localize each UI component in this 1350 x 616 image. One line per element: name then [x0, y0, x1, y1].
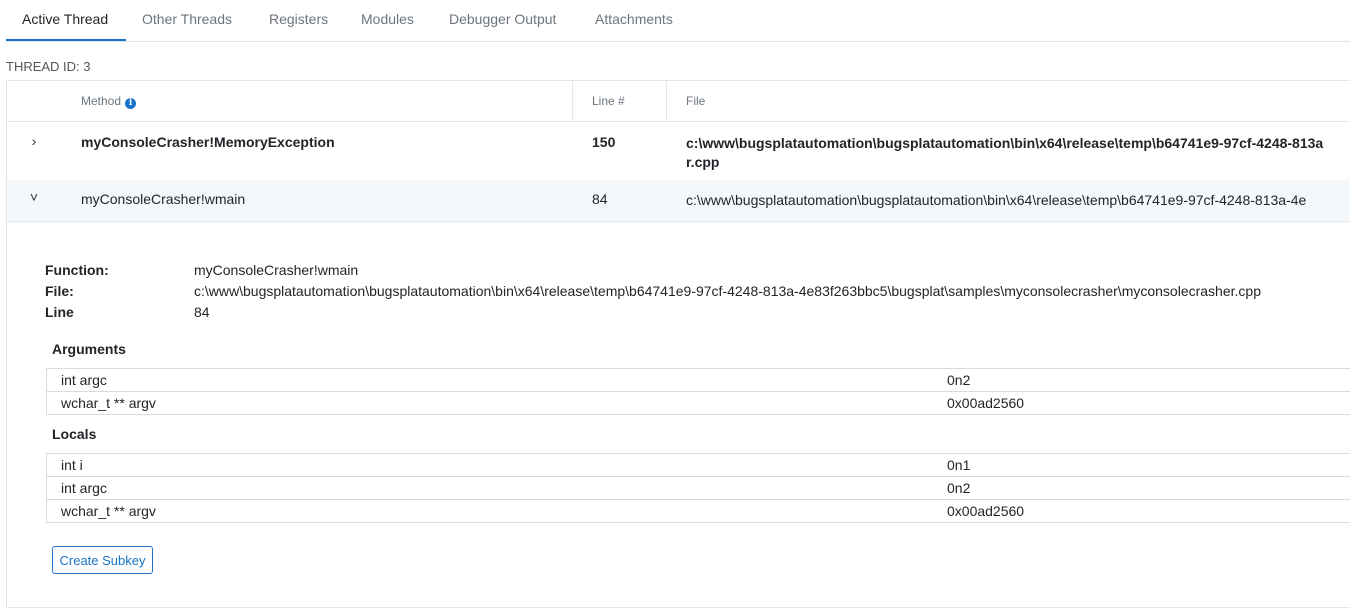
variable-value: 0n2	[947, 480, 971, 496]
variable-value: 0x00ad2560	[947, 395, 1025, 411]
frame-file-text: c:\www\bugsplatautomation\bugsplatautoma…	[686, 135, 1324, 170]
variable-name: int argc	[61, 480, 107, 496]
line-value: 84	[194, 304, 210, 320]
info-icon[interactable]: i	[125, 98, 137, 109]
line-label: Line	[45, 304, 74, 320]
locals-table: int i 0n1 int argc 0n2 wchar_t ** argv 0…	[46, 453, 1350, 523]
variable-name: int i	[61, 457, 83, 473]
table-row: int i 0n1	[47, 454, 1350, 477]
locals-title: Locals	[52, 426, 97, 442]
frame-file: c:\www\bugsplatautomation\bugsplatautoma…	[686, 192, 1307, 208]
variable-name: int argc	[61, 372, 107, 388]
column-divider	[572, 81, 573, 121]
arguments-table: int argc 0n2 wchar_t ** argv 0x00ad2560	[46, 368, 1350, 415]
stack-frame-row[interactable]: › myConsoleCrasher!MemoryException 150 c…	[7, 122, 1350, 180]
frame-line: 150	[592, 134, 616, 150]
function-value: myConsoleCrasher!wmain	[194, 262, 359, 278]
arguments-title: Arguments	[52, 341, 126, 357]
line-column-header[interactable]: Line #	[592, 94, 625, 108]
table-row: wchar_t ** argv 0x00ad2560	[47, 392, 1350, 414]
method-column-header[interactable]: Method i	[81, 94, 137, 109]
file-column-header[interactable]: File	[686, 94, 705, 108]
frame-method: myConsoleCrasher!wmain	[81, 191, 246, 207]
stack-frame-row-expanded[interactable]: ˅ myConsoleCrasher!wmain 84 c:\www\bugsp…	[7, 180, 1350, 222]
table-row: int argc 0n2	[47, 477, 1350, 500]
variable-name: wchar_t ** argv	[61, 395, 156, 411]
variable-value: 0n2	[947, 372, 971, 388]
active-tab-indicator	[6, 39, 126, 41]
table-header: Method i Line # File	[7, 81, 1350, 122]
tab-active-thread[interactable]: Active Thread	[22, 11, 108, 27]
tab-registers[interactable]: Registers	[269, 11, 328, 27]
chevron-down-icon[interactable]: ˅	[27, 189, 41, 205]
variable-name: wchar_t ** argv	[61, 503, 156, 519]
tab-debugger-output[interactable]: Debugger Output	[449, 11, 556, 27]
create-subkey-button[interactable]: Create Subkey	[52, 546, 153, 574]
tab-bar: Active Thread Other Threads Registers Mo…	[6, 0, 1350, 42]
table-row: int argc 0n2	[47, 369, 1350, 392]
call-stack-table: Method i Line # File › myConsoleCrasher!M…	[6, 80, 1350, 608]
frame-line: 84	[592, 191, 608, 207]
frame-file: c:\www\bugsplatautomation\bugsplatautoma…	[686, 134, 1350, 172]
variable-value: 0x00ad2560	[947, 503, 1025, 519]
thread-id-label: THREAD ID: 3	[6, 59, 91, 74]
function-label: Function:	[45, 262, 109, 278]
variable-value: 0n1	[947, 457, 971, 473]
chevron-right-icon[interactable]: ›	[27, 133, 41, 149]
tab-attachments[interactable]: Attachments	[595, 11, 673, 27]
table-row: wchar_t ** argv 0x00ad2560	[47, 500, 1350, 522]
tab-modules[interactable]: Modules	[361, 11, 414, 27]
file-value: c:\www\bugsplatautomation\bugsplatautoma…	[194, 283, 1261, 299]
column-divider	[666, 81, 667, 121]
frame-method: myConsoleCrasher!MemoryException	[81, 134, 335, 150]
file-label: File:	[45, 283, 74, 299]
method-header-label: Method	[81, 94, 122, 108]
tab-other-threads[interactable]: Other Threads	[142, 11, 232, 27]
